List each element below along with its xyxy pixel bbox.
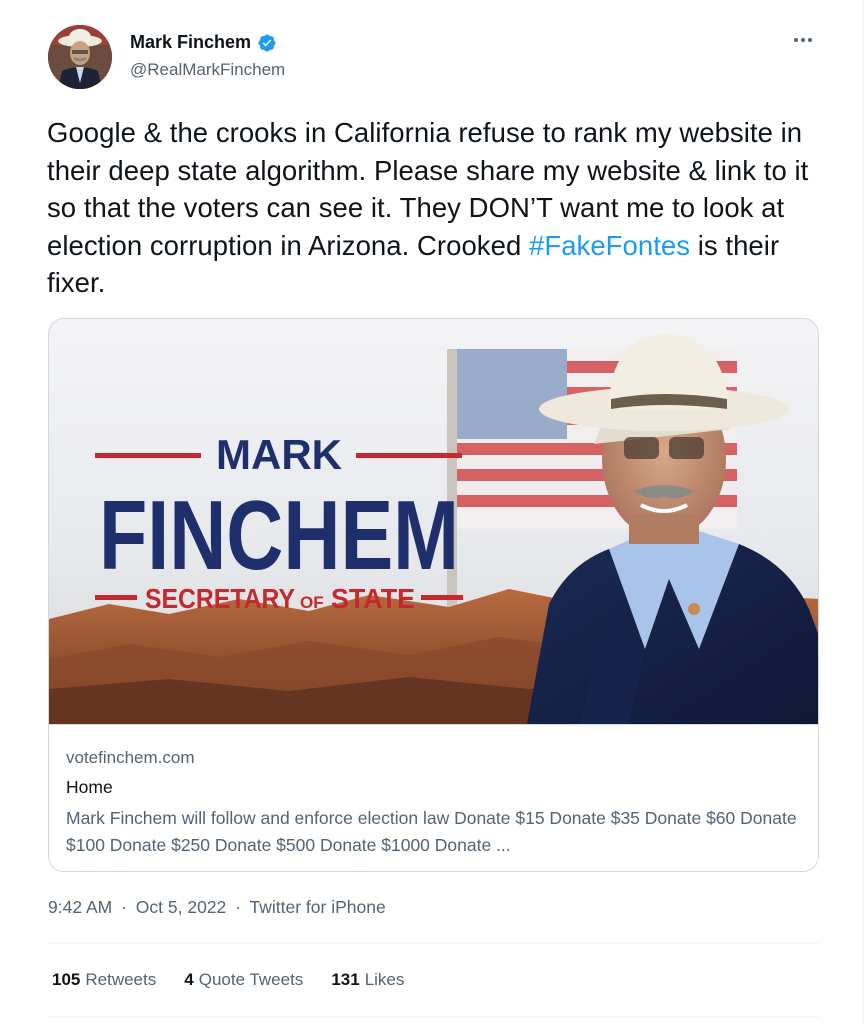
banner-first-name: MARK [216, 431, 342, 478]
tweet: Mark Finchem @RealMarkFinchem Google & t… [0, 0, 864, 1024]
more-dot-icon [808, 38, 812, 42]
retweets-stat[interactable]: 105 Retweets [52, 970, 156, 990]
link-preview-card[interactable]: MARK FINCHEM SECRETARY OF STATE votefinc… [48, 318, 819, 872]
more-options-button[interactable] [789, 30, 817, 50]
retweets-count: 105 [52, 970, 81, 989]
likes-label: Likes [364, 970, 405, 989]
banner-office-word1: SECRETARY [145, 583, 295, 614]
card-title: Home [66, 777, 113, 797]
tweet-text: Google & the crooks in California refuse… [47, 114, 827, 302]
card-meta[interactable]: votefinchem.com Home Mark Finchem will f… [49, 724, 818, 871]
retweets-label: Retweets [85, 970, 157, 989]
tweet-timestamp-row: 9:42 AM · Oct 5, 2022 · Twitter for iPho… [48, 897, 386, 918]
tweet-time[interactable]: 9:42 AM [48, 897, 112, 917]
hashtag-link[interactable]: #FakeFontes [529, 230, 690, 261]
divider [48, 943, 819, 944]
banner-office-word3: STATE [331, 583, 415, 614]
banner-last-name: FINCHEM [99, 480, 459, 590]
likes-count: 131 [331, 970, 360, 989]
likes-stat[interactable]: 131 Likes [331, 970, 404, 990]
divider [48, 1016, 819, 1017]
more-dot-icon [801, 38, 805, 42]
author-handle[interactable]: @RealMarkFinchem [130, 60, 285, 80]
campaign-banner-image: MARK FINCHEM SECRETARY OF STATE [49, 319, 818, 724]
tweet-source[interactable]: Twitter for iPhone [250, 897, 386, 917]
author-display-name[interactable]: Mark Finchem [130, 32, 251, 53]
avatar[interactable] [48, 25, 112, 89]
verified-badge-icon [258, 33, 276, 52]
timestamp-separator: · [235, 897, 241, 917]
page: Mark Finchem @RealMarkFinchem Google & t… [0, 0, 864, 1024]
quote-tweets-stat[interactable]: 4 Quote Tweets [184, 970, 303, 990]
timestamp-separator: · [121, 897, 127, 917]
card-domain: votefinchem.com [66, 748, 195, 767]
engagement-stats: 105 Retweets 4 Quote Tweets 131 Likes [52, 970, 404, 990]
banner-office-word2: OF [300, 593, 324, 612]
more-dot-icon [794, 38, 798, 42]
tweet-date[interactable]: Oct 5, 2022 [136, 897, 226, 917]
author-name-row[interactable]: Mark Finchem [130, 32, 277, 53]
avatar-image [48, 25, 112, 89]
quote-tweets-count: 4 [184, 970, 194, 989]
card-image[interactable]: MARK FINCHEM SECRETARY OF STATE [49, 319, 818, 724]
quote-tweets-label: Quote Tweets [198, 970, 304, 989]
card-description: Mark Finchem will follow and enforce ele… [66, 808, 797, 855]
